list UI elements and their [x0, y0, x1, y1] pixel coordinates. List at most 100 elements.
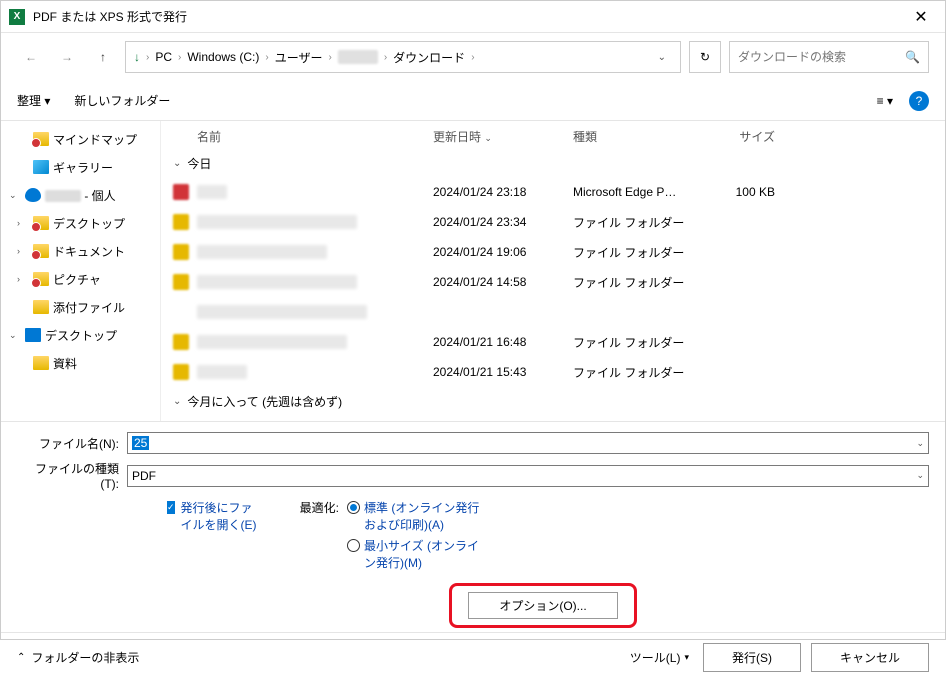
up-button[interactable]: ↑: [89, 43, 117, 71]
file-name-blurred: [197, 275, 357, 289]
filename-input[interactable]: 25 ⌄: [127, 432, 929, 454]
file-row[interactable]: [173, 297, 933, 327]
breadcrumb-downloads[interactable]: ダウンロード: [393, 49, 465, 66]
file-type: Microsoft Edge P…: [573, 185, 703, 199]
monitor-icon: [25, 328, 41, 342]
sidebar-item-label: ギャラリー: [53, 159, 113, 176]
file-icon: [173, 214, 189, 230]
file-row[interactable]: 2024/01/24 19:06 ファイル フォルダー: [173, 237, 933, 267]
breadcrumb-bar[interactable]: ↓ › PC › Windows (C:) › ユーザー › › ダウンロード …: [125, 41, 681, 73]
chevron-right-icon: ›: [265, 52, 268, 63]
file-icon: [173, 274, 189, 290]
folder-red-icon: [33, 244, 49, 258]
sidebar-item[interactable]: 添付ファイル: [1, 293, 160, 321]
sidebar-item-label: - 個人: [45, 187, 116, 204]
search-input[interactable]: [738, 50, 905, 64]
chevron-right-icon: ›: [146, 52, 149, 63]
sidebar-item[interactable]: ⌄デスクトップ: [1, 321, 160, 349]
file-date: 2024/01/21 16:48: [433, 335, 573, 349]
optimize-label: 最適化:: [257, 499, 347, 575]
file-name-blurred: [197, 365, 247, 379]
column-name[interactable]: 名前: [173, 128, 433, 145]
save-panel: ファイル名(N): 25 ⌄ ファイルの種類(T): PDF ⌄ ✓ 発行後にフ…: [1, 421, 945, 628]
dropdown-icon[interactable]: ⌄: [916, 470, 924, 481]
back-button[interactable]: ←: [17, 43, 45, 71]
sidebar-item[interactable]: ›ドキュメント: [1, 237, 160, 265]
file-icon: [173, 364, 189, 380]
organize-button[interactable]: 整理 ▾: [17, 92, 50, 109]
file-row[interactable]: 2024/01/24 14:58 ファイル フォルダー: [173, 267, 933, 297]
file-date: 2024/01/24 14:58: [433, 275, 573, 289]
file-name-blurred: [197, 305, 367, 319]
column-date[interactable]: 更新日時 ⌄: [433, 128, 573, 145]
sidebar-item[interactable]: ›デスクトップ: [1, 209, 160, 237]
radio-checked-icon: [347, 501, 360, 514]
filetype-row: ファイルの種類(T): PDF ⌄: [17, 460, 929, 491]
navbar: ← → ↑ ↓ › PC › Windows (C:) › ユーザー › › ダ…: [1, 33, 945, 81]
optimize-standard-radio[interactable]: 標準 (オンライン発行および印刷)(A): [347, 499, 497, 533]
open-after-label: 発行後にファイルを開く(E): [181, 499, 257, 533]
column-type[interactable]: 種類: [573, 128, 703, 145]
options-button[interactable]: オプション(O)...: [468, 592, 617, 619]
titlebar: X PDF または XPS 形式で発行 ✕: [1, 1, 945, 33]
open-after-checkbox[interactable]: ✓ 発行後にファイルを開く(E): [167, 499, 257, 533]
sidebar-item[interactable]: 資料: [1, 349, 160, 377]
refresh-button[interactable]: ↻: [689, 41, 721, 73]
forward-button[interactable]: →: [53, 43, 81, 71]
file-row[interactable]: 2024/01/21 16:48 ファイル フォルダー: [173, 327, 933, 357]
chevron-down-icon: ⌄: [173, 158, 181, 169]
new-folder-button[interactable]: 新しいフォルダー: [74, 92, 170, 109]
dropdown-icon[interactable]: ⌄: [916, 438, 924, 449]
content-area: マインドマップギャラリー⌄ - 個人›デスクトップ›ドキュメント›ピクチャ添付フ…: [1, 121, 945, 421]
publish-button[interactable]: 発行(S): [703, 643, 801, 672]
breadcrumb-drive[interactable]: Windows (C:): [187, 50, 259, 64]
file-row[interactable]: 2024/01/24 23:18 Microsoft Edge P… 100 K…: [173, 177, 933, 207]
sidebar-item[interactable]: ギャラリー: [1, 153, 160, 181]
filename-row: ファイル名(N): 25 ⌄: [17, 432, 929, 454]
view-mode-button[interactable]: ≡ ▾: [877, 94, 893, 108]
optimize-standard-label: 標準 (オンライン発行および印刷)(A): [364, 499, 484, 533]
folder-red-icon: [33, 216, 49, 230]
breadcrumb-username-blurred[interactable]: [338, 50, 378, 64]
file-name-blurred: [197, 245, 327, 259]
sidebar-item[interactable]: ⌄ - 個人: [1, 181, 160, 209]
downloads-icon: ↓: [134, 50, 140, 64]
optimize-minimum-label: 最小サイズ (オンライン発行)(M): [364, 537, 484, 571]
file-date: 2024/01/24 23:34: [433, 215, 573, 229]
breadcrumb-users[interactable]: ユーザー: [275, 49, 323, 66]
sidebar-item-label: ドキュメント: [53, 243, 125, 260]
file-date: 2024/01/21 15:43: [433, 365, 573, 379]
group-earlier[interactable]: ⌄ 今月に入って (先週は含めず): [173, 387, 933, 415]
file-date: 2024/01/24 19:06: [433, 245, 573, 259]
filetype-dropdown[interactable]: PDF ⌄: [127, 465, 929, 487]
sidebar-item-label: デスクトップ: [53, 215, 125, 232]
sidebar-item[interactable]: マインドマップ: [1, 125, 160, 153]
breadcrumb-dropdown[interactable]: ⌄: [652, 52, 672, 63]
column-size[interactable]: サイズ: [703, 128, 783, 145]
tools-dropdown[interactable]: ツール(L) ▾: [626, 649, 693, 666]
sidebar-item-label: マインドマップ: [53, 131, 137, 148]
file-icon: [173, 184, 189, 200]
group-today[interactable]: ⌄ 今日: [173, 149, 933, 177]
sidebar-item-label: 添付ファイル: [53, 299, 125, 316]
help-button[interactable]: ?: [909, 91, 929, 111]
file-list: 名前 更新日時 ⌄ 種類 サイズ ⌄ 今日 2024/01/24 23:18 M…: [161, 121, 945, 421]
file-row[interactable]: 2024/01/21 15:43 ファイル フォルダー: [173, 357, 933, 387]
sidebar-item[interactable]: ›ピクチャ: [1, 265, 160, 293]
file-icon: [173, 304, 189, 320]
optimize-minimum-radio[interactable]: 最小サイズ (オンライン発行)(M): [347, 537, 497, 571]
sidebar-item-label: デスクトップ: [45, 327, 117, 344]
hide-folders-label: フォルダーの非表示: [31, 649, 139, 666]
options-row: ✓ 発行後にファイルを開く(E) 最適化: 標準 (オンライン発行および印刷)(…: [17, 499, 929, 575]
file-type: ファイル フォルダー: [573, 274, 703, 291]
breadcrumb-pc[interactable]: PC: [155, 50, 172, 64]
search-box[interactable]: 🔍: [729, 41, 929, 73]
checkbox-checked-icon: ✓: [167, 501, 175, 514]
hide-folders-button[interactable]: ⌃ フォルダーの非表示: [17, 649, 139, 666]
close-button[interactable]: ✕: [905, 7, 937, 27]
gallery-icon: [33, 160, 49, 174]
cancel-button[interactable]: キャンセル: [811, 643, 929, 672]
file-row[interactable]: 2024/01/24 23:34 ファイル フォルダー: [173, 207, 933, 237]
chevron-right-icon: ›: [384, 52, 387, 63]
onedrive-icon: [25, 188, 41, 202]
